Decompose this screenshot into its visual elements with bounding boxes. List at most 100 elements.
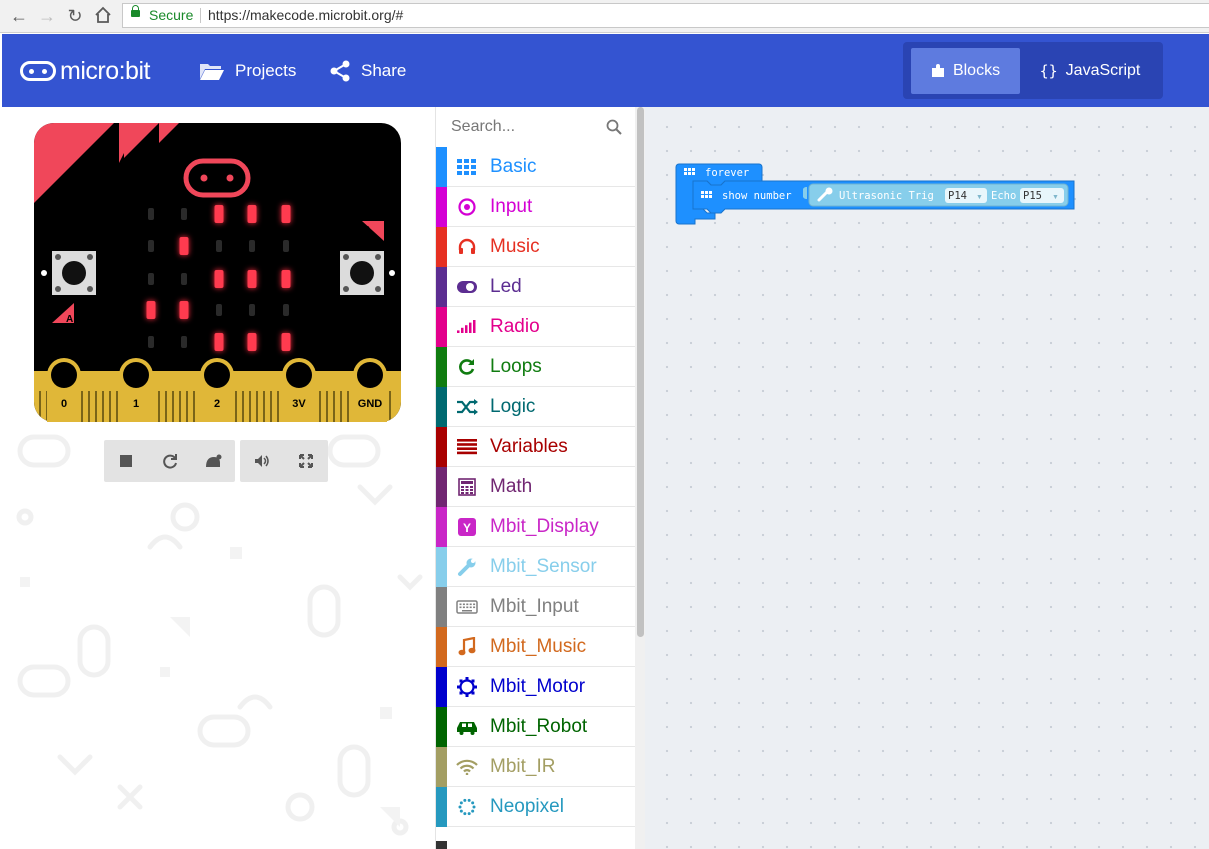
category-color-bar <box>436 387 447 427</box>
show-number-label: show number <box>722 190 792 202</box>
ultrasonic-label: Ultrasonic Trig <box>839 190 934 202</box>
category-mbit-robot[interactable]: Mbit_Robot <box>436 707 635 747</box>
blocks-workspace[interactable]: forever show number Ultrasonic Trig P14 … <box>645 107 1209 849</box>
blocks-mode-button[interactable]: Blocks <box>911 48 1020 94</box>
trig-pin-dropdown[interactable]: P14 ▼ <box>945 188 987 203</box>
category-color-bar <box>436 347 447 387</box>
lines-icon <box>456 436 478 458</box>
category-color-bar <box>436 627 447 667</box>
chevron-down-icon: ▼ <box>1052 194 1059 201</box>
led-on <box>214 270 224 288</box>
music-note-icon <box>456 636 478 658</box>
show-number-block[interactable]: show number Ultrasonic Trig P14 ▼ Echo P… <box>692 180 1075 214</box>
led-off <box>283 304 289 316</box>
led-off <box>148 336 154 348</box>
category-mbit-sensor[interactable]: Mbit_Sensor <box>436 547 635 587</box>
category-color-bar <box>436 507 447 547</box>
led-off <box>283 240 289 252</box>
toolbox-scrollbar-thumb[interactable] <box>637 107 644 637</box>
category-loops[interactable]: Loops <box>436 347 635 387</box>
target-icon <box>456 196 478 218</box>
slow-motion-icon[interactable] <box>202 450 224 472</box>
pin-1[interactable]: 1 <box>119 358 153 422</box>
signal-bars-icon <box>456 316 478 338</box>
echo-pin-dropdown[interactable]: P15 ▼ <box>1020 188 1064 203</box>
led-on <box>281 270 291 288</box>
category-input[interactable]: Input <box>436 187 635 227</box>
ultrasonic-block[interactable]: Ultrasonic Trig P14 ▼ Echo P15 ▼ <box>808 183 1069 207</box>
address-bar[interactable]: Secure https://makecode.microbit.org/# <box>122 3 1209 28</box>
led-on <box>146 301 156 319</box>
led-on <box>179 237 189 255</box>
javascript-mode-button[interactable]: {} JavaScript <box>1025 48 1155 94</box>
category-music[interactable]: Music <box>436 227 635 267</box>
projects-label: Projects <box>235 61 297 80</box>
forever-block[interactable]: forever show number Ultrasonic Trig P14 … <box>675 163 1085 243</box>
category-color-bar <box>436 747 447 787</box>
led-off <box>249 304 255 316</box>
led-on <box>247 205 257 223</box>
category-mbit-motor[interactable]: Mbit_Motor <box>436 667 635 707</box>
category-math[interactable]: Math <box>436 467 635 507</box>
pin-label: 2 <box>214 398 220 410</box>
editor-mode-switch: Blocks {} JavaScript <box>903 42 1163 99</box>
share-button[interactable]: Share <box>329 59 406 83</box>
led-off <box>181 273 187 285</box>
restart-icon[interactable] <box>159 450 181 472</box>
share-icon <box>330 60 350 82</box>
category-mbit-ir[interactable]: Mbit_IR <box>436 747 635 787</box>
projects-button[interactable]: Projects <box>199 59 296 83</box>
category-mbit-music[interactable]: Mbit_Music <box>436 627 635 667</box>
led-off <box>216 304 222 316</box>
category-basic[interactable]: Basic <box>436 147 635 187</box>
button-a[interactable] <box>52 251 96 295</box>
category-mbit-display[interactable]: Y Mbit_Display <box>436 507 635 547</box>
pin-0[interactable]: 0 <box>47 358 81 422</box>
chevron-down-icon: ▼ <box>976 194 983 201</box>
keyboard-icon <box>456 596 478 618</box>
category-label: Neopixel <box>490 796 564 817</box>
fullscreen-icon[interactable] <box>295 450 317 472</box>
mute-icon[interactable] <box>251 450 273 472</box>
led-off <box>181 336 187 348</box>
led-off <box>148 240 154 252</box>
button-b-hole <box>389 270 395 276</box>
category-label: Mbit_Motor <box>490 676 586 697</box>
forward-arrow-icon[interactable]: → <box>36 6 58 26</box>
pin-2[interactable]: 2 <box>200 358 234 422</box>
button-b[interactable] <box>340 251 384 295</box>
category-color-bar <box>436 227 447 267</box>
address-divider <box>200 8 201 23</box>
category-radio[interactable]: Radio <box>436 307 635 347</box>
next-category-bar[interactable] <box>436 841 447 849</box>
lock-icon <box>131 5 140 17</box>
pin-3v[interactable]: 3V <box>282 358 316 422</box>
playback-controls <box>104 440 235 482</box>
toolbox-search <box>436 107 635 147</box>
back-arrow-icon[interactable]: ← <box>8 6 30 26</box>
home-icon[interactable] <box>92 6 114 26</box>
category-color-bar <box>436 147 447 187</box>
logo-text: micro:bit <box>60 56 150 85</box>
pin-gnd[interactable]: GND <box>353 358 387 422</box>
category-mbit-input[interactable]: Mbit_Input <box>436 587 635 627</box>
category-variables[interactable]: Variables <box>436 427 635 467</box>
search-icon[interactable] <box>606 119 622 135</box>
reload-icon[interactable]: ↻ <box>64 6 86 26</box>
category-color-bar <box>436 547 447 587</box>
category-label: Input <box>490 196 533 217</box>
led-off <box>148 208 154 220</box>
pin-label: 1 <box>133 398 139 410</box>
stop-icon[interactable] <box>115 450 137 472</box>
button-b-label: B <box>363 225 370 236</box>
shuffle-icon <box>456 396 478 418</box>
category-color-bar <box>436 587 447 627</box>
folder-open-icon <box>200 64 224 80</box>
grid-icon <box>456 156 478 178</box>
category-logic[interactable]: Logic <box>436 387 635 427</box>
category-led[interactable]: Led <box>436 267 635 307</box>
microbit-logo[interactable]: micro:bit <box>20 56 150 86</box>
category-neopixel[interactable]: Neopixel <box>436 787 635 827</box>
led-on <box>214 333 224 351</box>
category-label: Variables <box>490 436 568 457</box>
